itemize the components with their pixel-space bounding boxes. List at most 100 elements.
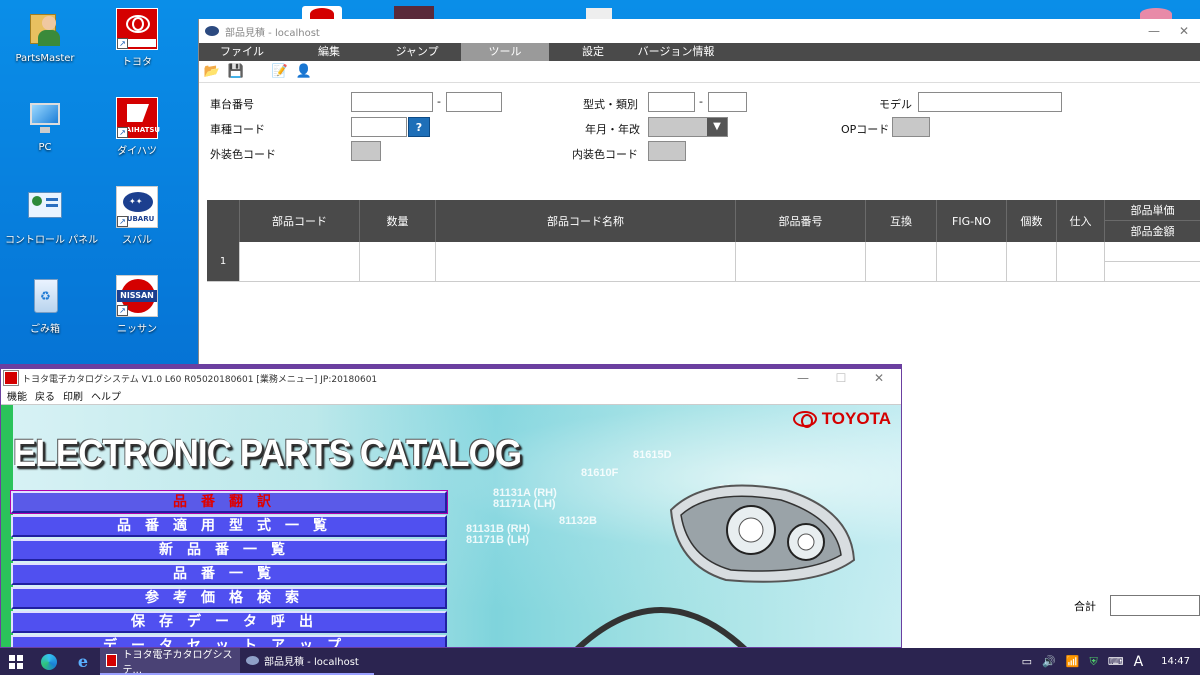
close-icon[interactable]: ✕ — [865, 369, 893, 387]
clock[interactable]: 14:47 — [1161, 656, 1190, 667]
desktop-icon-subaru[interactable]: ✦✦ SUBARU ↗ スバル — [97, 186, 177, 246]
desktop-icon-label: ニッサン — [117, 324, 157, 335]
chassis-no-field2[interactable] — [446, 92, 502, 112]
col-purchase[interactable]: 仕入 — [1057, 200, 1105, 242]
epc-button-price-search[interactable]: 参考価格検索 — [11, 587, 447, 609]
epc-button-part-translate[interactable]: 品番翻訳 — [10, 490, 448, 514]
shortcut-arrow-icon: ↗ — [117, 127, 128, 138]
cell-count[interactable] — [1007, 242, 1057, 281]
menu-edit[interactable]: 編集 — [285, 43, 373, 61]
op-code-field[interactable] — [892, 117, 930, 137]
desktop-icon-nissan[interactable]: NISSAN ↗ ニッサン — [97, 275, 177, 335]
menu-version[interactable]: バージョン情報 — [637, 43, 715, 61]
volume-icon[interactable]: 🔊 — [1042, 655, 1056, 668]
security-shield-icon[interactable]: ⛨ — [1089, 655, 1097, 669]
desktop-icon-pc[interactable]: PC — [5, 97, 85, 153]
cell-part-number[interactable] — [736, 242, 866, 281]
col-amount[interactable]: 部品金額 — [1105, 221, 1200, 242]
desktop-icon-toyota[interactable]: ↗ トヨタ — [97, 8, 177, 68]
part-number-label: 81610F — [581, 467, 619, 479]
open-folder-icon[interactable]: 📂 — [203, 63, 221, 81]
model-class-field1[interactable] — [648, 92, 695, 112]
col-compat[interactable]: 互換 — [866, 200, 937, 242]
keyboard-icon[interactable]: ⌨ — [1108, 655, 1124, 668]
epc-button-load-saved[interactable]: 保存データ呼出 — [11, 611, 447, 633]
steering-wheel-illustration — [575, 607, 747, 647]
epc-button-new-parts[interactable]: 新品番一覧 — [11, 539, 447, 561]
cell-fig-no[interactable] — [937, 242, 1007, 281]
cell-part-code[interactable] — [240, 242, 360, 281]
col-unit-price[interactable]: 部品単価 — [1105, 200, 1200, 221]
col-count[interactable]: 個数 — [1007, 200, 1057, 242]
menu-print[interactable]: 印刷 — [63, 388, 83, 403]
ime-indicator[interactable]: A — [1134, 654, 1144, 670]
menu-jump[interactable]: ジャンプ — [373, 43, 461, 61]
cell-quantity[interactable] — [360, 242, 436, 281]
table-row[interactable]: 1 — [207, 242, 1200, 282]
vehicle-code-field[interactable] — [351, 117, 407, 137]
internet-explorer-icon[interactable]: e — [66, 648, 100, 675]
start-windows-icon[interactable] — [0, 648, 32, 675]
model-class-field2[interactable] — [708, 92, 747, 112]
int-color-label: 内装色コード — [572, 148, 638, 161]
total-field — [1110, 595, 1200, 616]
desktop-icon-label: スバル — [122, 235, 152, 246]
epc-button-applicable-models[interactable]: 品番適用型式一覧 — [11, 515, 447, 537]
dash-separator: - — [437, 95, 441, 108]
minimize-icon[interactable]: — — [789, 369, 817, 387]
col-fig-no[interactable]: FIG-NO — [937, 200, 1007, 242]
brand-text: NISSAN — [117, 290, 157, 302]
vehicle-code-help-button[interactable]: ? — [408, 117, 430, 137]
col-quantity[interactable]: 数量 — [360, 200, 436, 242]
desktop-icon-label: トヨタ — [122, 57, 152, 68]
menu-function[interactable]: 機能 — [7, 388, 27, 403]
desktop-icon-label: ごみ箱 — [30, 324, 60, 335]
taskbar-app-epc[interactable]: トヨタ電子カタログシステ... — [100, 648, 240, 675]
taskbar-app-estimate[interactable]: 部品見積 - localhost — [240, 648, 374, 675]
estimate-titlebar[interactable]: 部品見積 - localhost — [199, 19, 1200, 43]
toyota-app-icon — [3, 370, 19, 386]
menu-file[interactable]: ファイル — [199, 43, 285, 61]
desktop-icon-daihatsu[interactable]: DAIHATSU ↗ ダイハツ — [97, 97, 177, 157]
cell-purchase[interactable] — [1057, 242, 1105, 281]
col-part-code[interactable]: 部品コード — [240, 200, 360, 242]
total-label: 合計 — [1074, 600, 1096, 613]
save-disk-icon[interactable]: 💾 — [227, 63, 245, 81]
cell-compat[interactable] — [866, 242, 937, 281]
col-price: 部品単価 部品金額 — [1105, 200, 1200, 242]
app-icon — [205, 26, 219, 36]
menu-help[interactable]: ヘルプ — [91, 388, 121, 403]
desktop-icon-label: PartsMaster — [15, 53, 75, 64]
epc-button-parts-list[interactable]: 品番一覧 — [11, 563, 447, 585]
col-part-name[interactable]: 部品コード名称 — [436, 200, 736, 242]
chevron-down-icon[interactable]: ▼ — [707, 118, 727, 136]
document-edit-icon[interactable]: 📝 — [271, 63, 289, 81]
menu-tools[interactable]: ツール — [461, 43, 549, 61]
part-number-label: 81171B (LH) — [466, 534, 529, 546]
desktop-icon-control-panel[interactable]: コントロール パネル — [5, 186, 98, 246]
shortcut-arrow-icon: ↗ — [117, 305, 128, 316]
desktop-icon-recycle-bin[interactable]: ♻ ごみ箱 — [5, 275, 85, 335]
parts-grid: 部品コード 数量 部品コード名称 部品番号 互換 FIG-NO 個数 仕入 部品… — [207, 200, 1200, 282]
epc-titlebar[interactable]: トヨタ電子カタログシステム V1.0 L60 R05020180601 [業務メ… — [1, 365, 901, 387]
network-icon[interactable]: 📶 — [1066, 655, 1080, 668]
desktop-icon-partsmaster[interactable]: PartsMaster — [5, 8, 85, 64]
col-part-number[interactable]: 部品番号 — [736, 200, 866, 242]
user-icon[interactable]: 👤 — [295, 63, 313, 81]
close-icon[interactable]: ✕ — [1170, 22, 1198, 40]
maximize-icon[interactable]: ☐ — [827, 369, 855, 387]
ext-color-field[interactable] — [351, 141, 381, 161]
minimize-icon[interactable]: — — [1140, 22, 1168, 40]
int-color-field[interactable] — [648, 141, 686, 161]
epc-menubar: 機能 戻る 印刷 ヘルプ — [1, 387, 901, 405]
grid-header: 部品コード 数量 部品コード名称 部品番号 互換 FIG-NO 個数 仕入 部品… — [207, 200, 1200, 242]
menu-settings[interactable]: 設定 — [549, 43, 637, 61]
edge-browser-icon[interactable] — [32, 648, 66, 675]
battery-icon[interactable]: ▭ — [1022, 655, 1032, 668]
model-field[interactable] — [918, 92, 1062, 112]
cell-part-name[interactable] — [436, 242, 736, 281]
menu-back[interactable]: 戻る — [35, 388, 55, 403]
cell-price[interactable] — [1105, 242, 1200, 281]
chassis-no-field1[interactable] — [351, 92, 433, 112]
part-number-label: 81171A (LH) — [493, 498, 556, 510]
